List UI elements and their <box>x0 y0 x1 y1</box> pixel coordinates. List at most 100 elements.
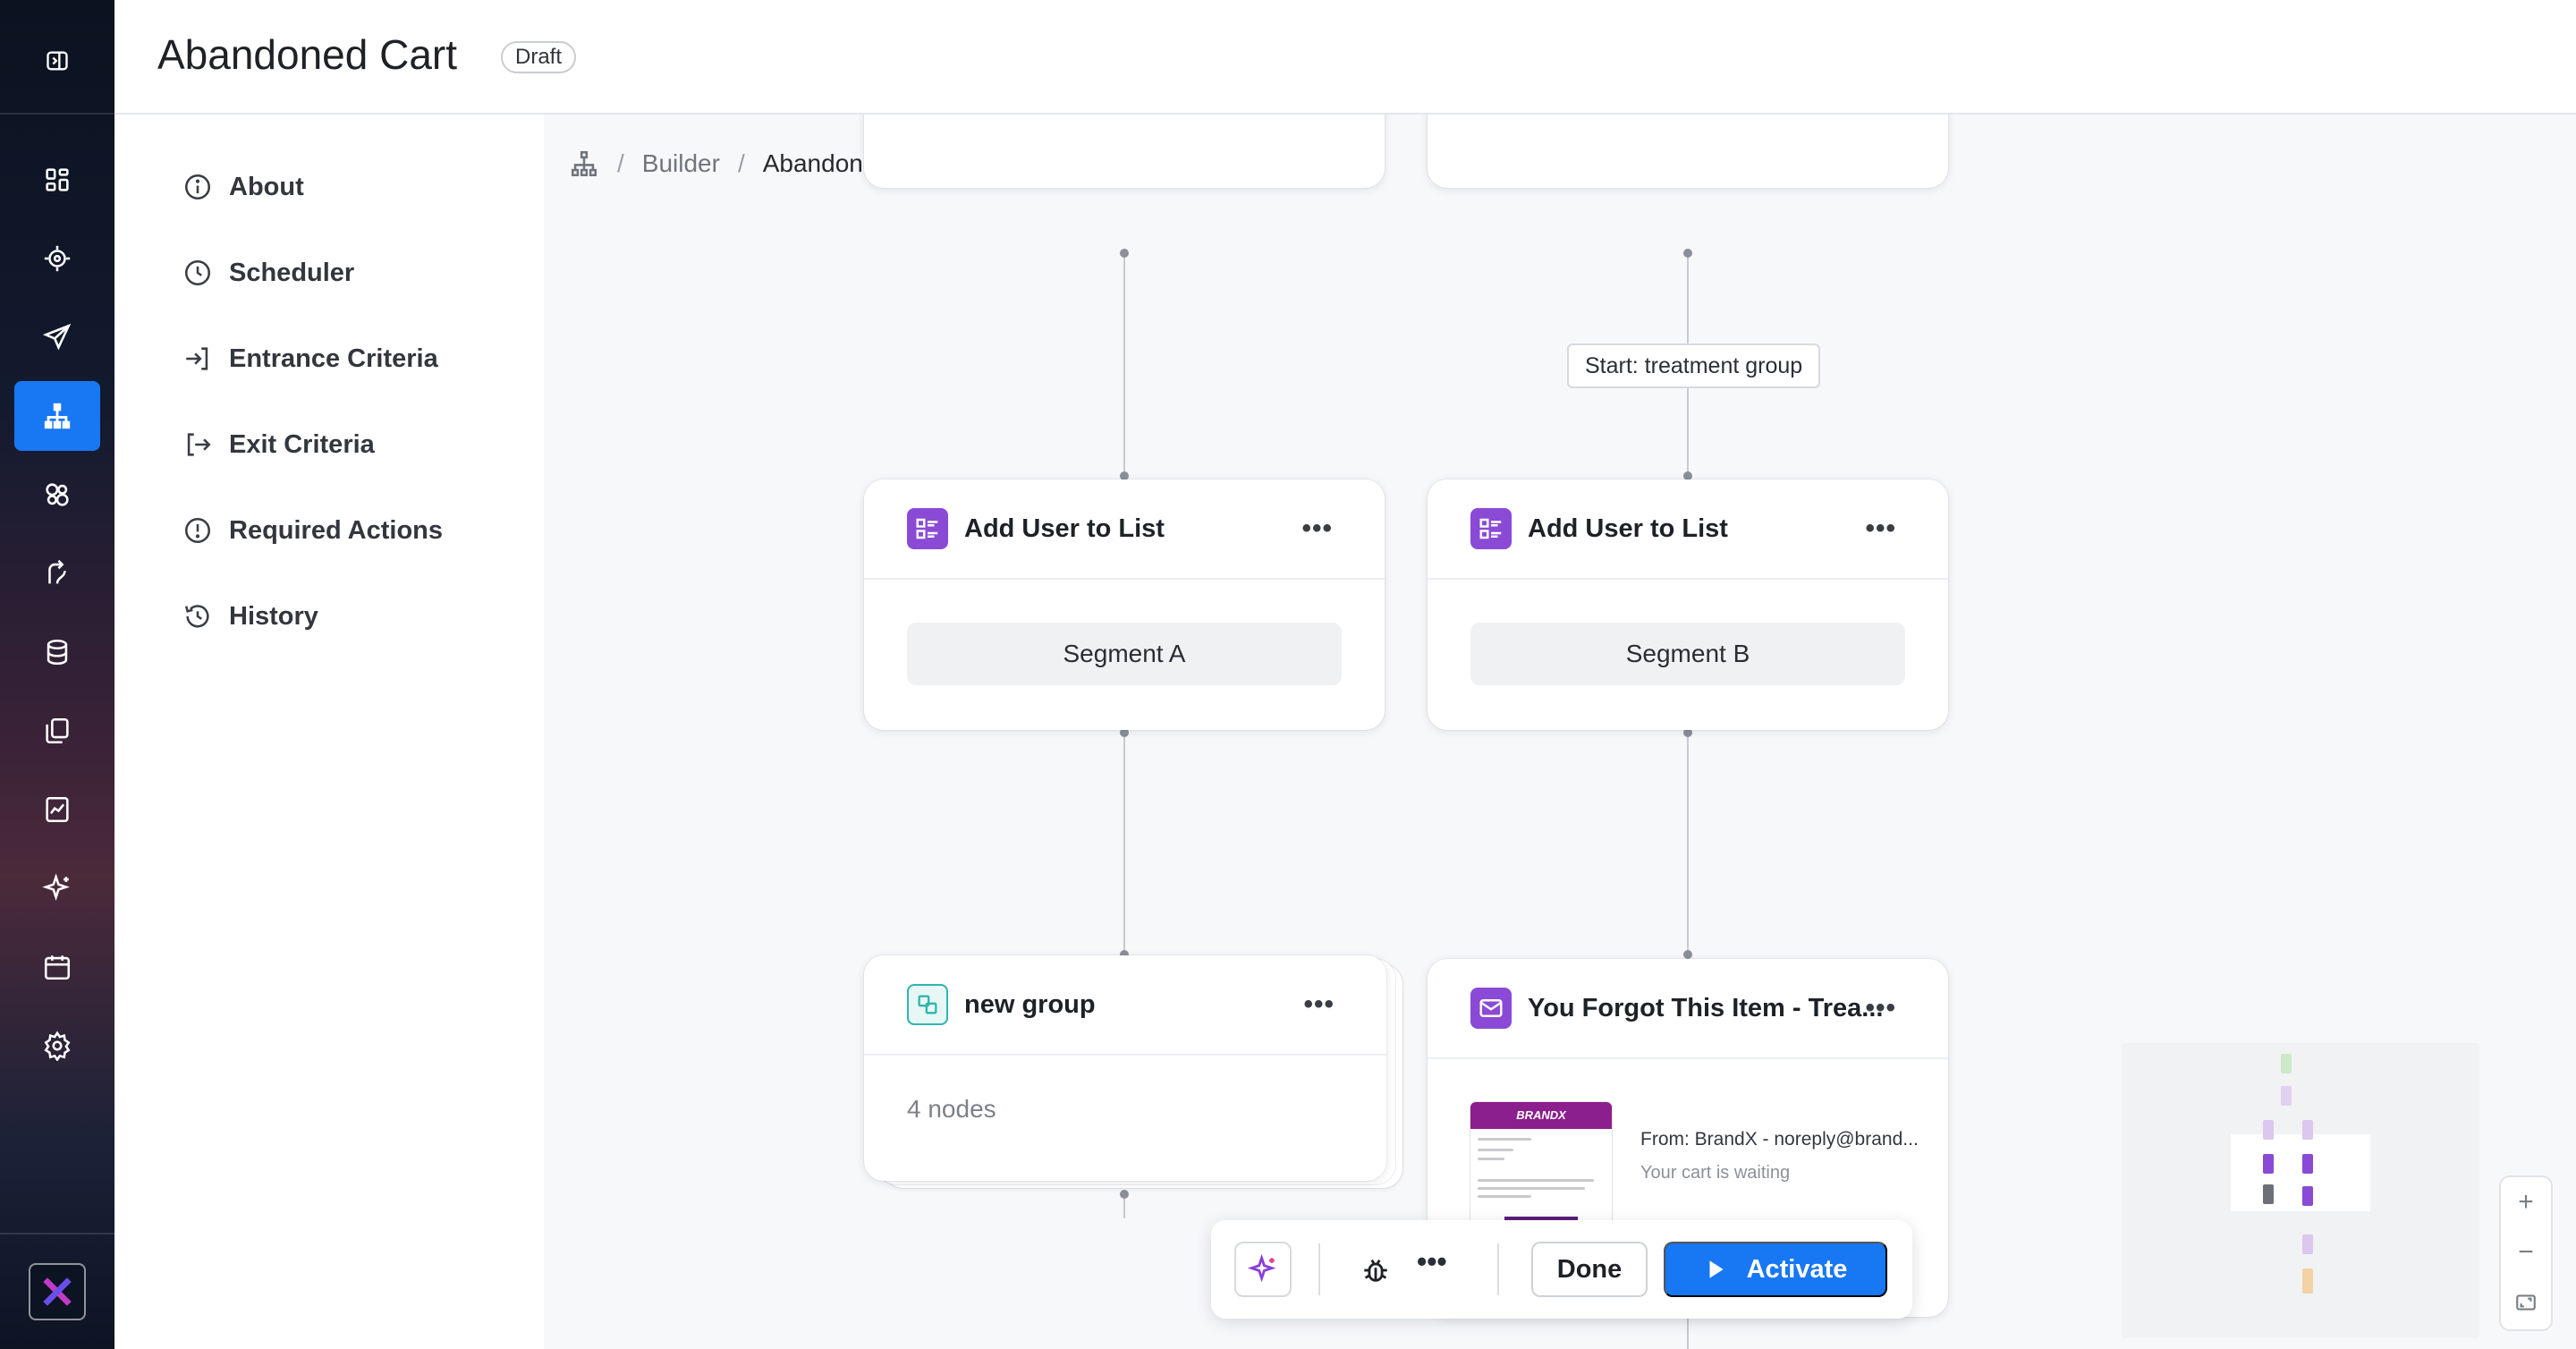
group-node-count: 4 nodes <box>907 1095 996 1123</box>
node-partial-left[interactable] <box>864 115 1385 188</box>
minimap-node <box>2302 1234 2313 1254</box>
journey-tree-icon[interactable] <box>569 148 599 179</box>
breadcrumb-separator: / <box>737 149 745 177</box>
minimap-node <box>2263 1154 2274 1174</box>
connector-dot[interactable] <box>1120 249 1129 258</box>
node-title: new group <box>964 989 1096 1019</box>
group-icon <box>907 984 948 1025</box>
zoom-in-icon[interactable]: + <box>2501 1177 2551 1227</box>
toolbar-divider <box>1318 1243 1320 1295</box>
ai-assistant-button[interactable] <box>1234 1242 1292 1297</box>
journeys-icon[interactable] <box>14 381 100 451</box>
content-icon[interactable] <box>14 696 100 766</box>
more-options-icon[interactable]: ••• <box>1417 1245 1447 1278</box>
ai-sparkle-icon[interactable] <box>14 853 100 923</box>
sidebar-item-label: About <box>229 172 304 201</box>
email-preview[interactable]: BRANDX From: BrandX - noreply@brand... Y… <box>1470 1102 1919 1227</box>
sidebar-item-required-actions[interactable]: Required Actions <box>182 508 443 553</box>
node-partial-right[interactable] <box>1428 115 1948 188</box>
minimap-node <box>2281 1054 2292 1073</box>
sidebar-item-history[interactable]: History <box>182 594 318 639</box>
email-subject: Your cart is waiting <box>1640 1163 1791 1183</box>
sidebar-item-scheduler[interactable]: Scheduler <box>182 250 354 295</box>
segments-icon[interactable] <box>14 460 100 530</box>
node-more-options-icon[interactable]: ••• <box>1303 989 1335 1020</box>
connector-dot[interactable] <box>1683 249 1692 258</box>
minimap-node <box>2302 1186 2313 1206</box>
branch-label[interactable]: Start: treatment group <box>1567 344 1821 388</box>
breadcrumb-separator: / <box>617 149 624 177</box>
minimap-node <box>2302 1154 2313 1174</box>
page-title: Abandoned Cart <box>157 31 458 78</box>
connector-dot[interactable] <box>1683 950 1692 959</box>
list-icon <box>1470 508 1512 549</box>
rail-divider <box>0 1233 114 1234</box>
email-thumbnail: BRANDX <box>1470 1102 1612 1227</box>
sidebar-item-about[interactable]: About <box>182 165 304 209</box>
app-rail <box>0 0 114 1349</box>
sidebar-item-entrance-criteria[interactable]: Entrance Criteria <box>182 336 438 381</box>
database-icon[interactable] <box>14 617 100 687</box>
minimap-viewport[interactable] <box>2231 1134 2370 1211</box>
journey-settings-sidebar: About Scheduler Entrance Criteria Exit C… <box>114 115 544 1349</box>
status-badge: Draft <box>501 41 577 73</box>
settings-gear-icon[interactable] <box>14 1011 100 1081</box>
calendar-icon[interactable] <box>14 932 100 1002</box>
minimap-node <box>2263 1184 2274 1204</box>
node-group[interactable]: new group ••• 4 nodes <box>864 955 1386 1181</box>
sidebar-item-label: Entrance Criteria <box>229 344 438 373</box>
breadcrumb-builder-link[interactable]: Builder <box>642 149 720 178</box>
sidebar-item-exit-criteria[interactable]: Exit Criteria <box>182 422 375 467</box>
node-more-options-icon[interactable]: ••• <box>1865 993 1896 1023</box>
canvas-minimap[interactable] <box>2122 1043 2479 1338</box>
sidebar-item-label: Scheduler <box>229 258 355 287</box>
exit-icon <box>187 433 211 456</box>
target-icon[interactable] <box>14 224 100 293</box>
minimap-node <box>2281 1086 2292 1106</box>
minimap-node <box>2302 1268 2313 1294</box>
brand-logo-icon[interactable] <box>29 1263 86 1320</box>
history-icon <box>185 605 209 628</box>
canvas-toolbar: ••• Done Activate <box>1211 1220 1912 1319</box>
collapse-sidebar-icon[interactable] <box>39 43 75 79</box>
fit-view-icon[interactable] <box>2501 1277 2551 1328</box>
sidebar-item-label: Required Actions <box>229 515 444 545</box>
send-icon[interactable] <box>14 302 100 372</box>
flows-icon[interactable] <box>14 539 100 608</box>
info-icon <box>184 174 211 200</box>
node-more-options-icon[interactable]: ••• <box>1301 513 1333 544</box>
email-meta: From: BrandX - noreply@brand... Your car… <box>1640 1102 1919 1227</box>
thumbnail-brand: BRANDX <box>1470 1102 1612 1129</box>
debug-bug-icon[interactable] <box>1358 1252 1394 1288</box>
toolbar-divider <box>1497 1243 1499 1295</box>
dashboard-icon[interactable] <box>14 145 100 215</box>
node-more-options-icon[interactable]: ••• <box>1865 513 1896 544</box>
zoom-out-icon[interactable]: − <box>2501 1227 2551 1277</box>
analytics-icon[interactable] <box>14 775 100 844</box>
segment-value[interactable]: Segment B <box>1470 623 1905 685</box>
activate-label: Activate <box>1746 1254 1848 1284</box>
rail-divider <box>0 113 114 115</box>
connector-dot[interactable] <box>1120 1190 1129 1199</box>
journey-canvas[interactable]: / Builder / Abandoned Cart Start: treatm… <box>544 115 2576 1349</box>
segment-value[interactable]: Segment A <box>907 623 1342 685</box>
connector-edge <box>1687 1319 1689 1349</box>
node-add-user-to-list-a[interactable]: Add User to List ••• Segment A <box>864 479 1385 730</box>
enter-icon <box>186 347 208 370</box>
node-title: Add User to List <box>1528 513 1728 543</box>
done-button[interactable]: Done <box>1531 1242 1648 1297</box>
sidebar-item-label: Exit Criteria <box>229 429 375 459</box>
minimap-node <box>2263 1120 2274 1140</box>
minimap-node <box>2302 1120 2313 1140</box>
sparkle-icon <box>1248 1254 1276 1283</box>
email-from: From: BrandX - noreply@brand... <box>1640 1129 1919 1150</box>
email-icon <box>1470 988 1512 1029</box>
page-header: Abandoned Cart Draft <box>114 0 2576 115</box>
clock-icon <box>184 259 211 286</box>
node-add-user-to-list-b[interactable]: Add User to List ••• Segment B <box>1428 479 1948 730</box>
zoom-controls: + − <box>2501 1177 2551 1329</box>
sidebar-item-label: History <box>229 601 318 631</box>
play-icon <box>1709 1260 1724 1278</box>
node-title: You Forgot This Item - Trea... <box>1528 993 1884 1022</box>
activate-button[interactable]: Activate <box>1664 1242 1887 1297</box>
